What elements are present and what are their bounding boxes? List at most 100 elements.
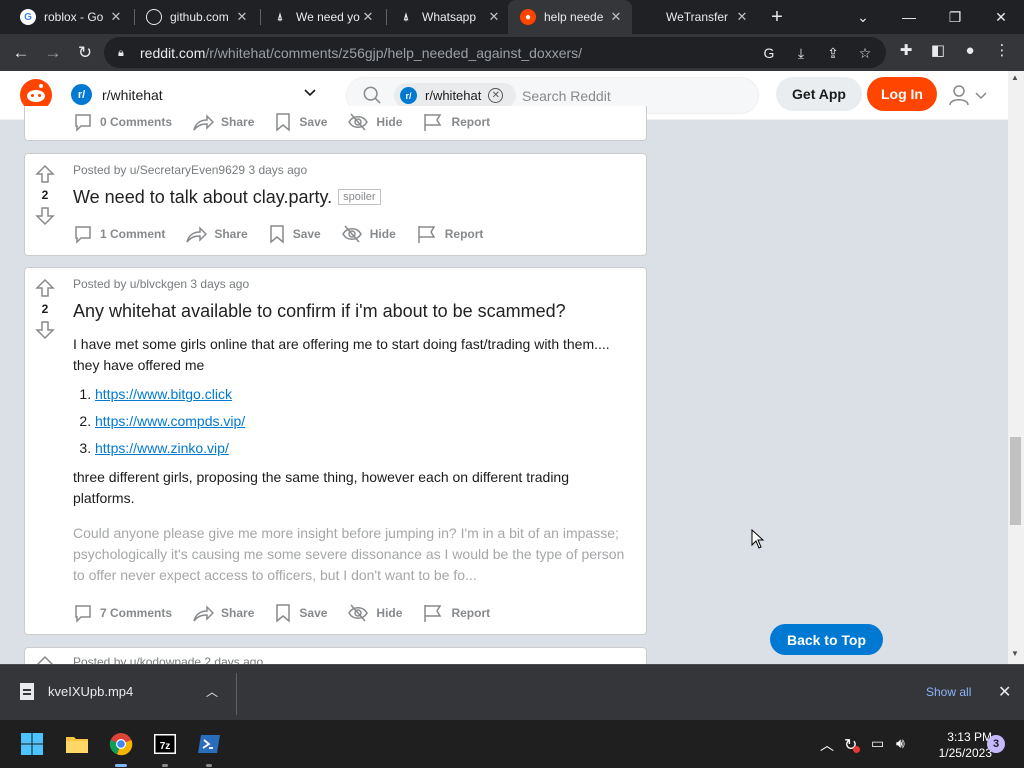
tab-title: We need yo [296, 10, 360, 24]
post-title[interactable]: Any whitehat available to confirm if i'm… [73, 301, 566, 322]
volume-icon[interactable]: 🔊︎ [896, 735, 905, 752]
windows-start-icon[interactable] [20, 732, 44, 756]
search-input[interactable] [522, 86, 722, 106]
save-button[interactable]: Save [268, 224, 321, 244]
page-scrollbar[interactable]: ▲ ▼ [1008, 71, 1024, 664]
get-app-button[interactable]: Get App [776, 77, 862, 111]
save-button[interactable]: Save [274, 112, 327, 132]
hide-button[interactable]: Hide [347, 603, 402, 623]
close-icon[interactable]: ✕ [108, 9, 124, 25]
close-icon[interactable]: ✕ [360, 9, 376, 25]
tab-search-chevron-icon[interactable]: ⌄ [840, 0, 886, 34]
scrollbar-thumb[interactable] [1010, 437, 1021, 525]
chrome-icon[interactable] [109, 732, 133, 756]
user-menu[interactable] [948, 83, 990, 107]
save-label: Save [299, 115, 328, 129]
post-title[interactable]: We need to talk about clay.party. spoiler [73, 187, 381, 208]
figure-icon: ⍋ [403, 11, 409, 23]
search-subreddit-chip[interactable]: r/ r/whitehat ✕ [394, 83, 516, 108]
share-arrow-icon [193, 114, 215, 131]
post-link[interactable]: https://www.bitgo.click [95, 386, 232, 402]
subreddit-selector[interactable]: r/ r/whitehat [71, 84, 163, 105]
close-icon[interactable]: ✕ [486, 9, 502, 25]
chevron-down-icon [975, 92, 987, 100]
post-card[interactable]: 2 Posted by u/blvckgen 3 days ago Any wh… [24, 267, 647, 635]
close-icon[interactable]: ✕ [234, 9, 250, 25]
login-button[interactable]: Log In [867, 77, 937, 111]
chevron-up-icon[interactable]: ︿ [820, 735, 834, 755]
system-clock[interactable]: 3:13 PM 1/25/2023 [922, 729, 992, 761]
comments-button[interactable]: 1 Comment [73, 224, 165, 244]
browser-tab[interactable]: ⍋ We need yo ✕ [260, 0, 384, 34]
scroll-up-arrow-icon[interactable]: ▲ [1011, 73, 1019, 82]
comments-button[interactable]: 0 Comments [73, 112, 172, 132]
browser-tab[interactable]: WeTransfer ✕ [634, 0, 758, 34]
comments-button[interactable]: 7 Comments [73, 603, 172, 623]
install-app-icon[interactable]: ⤓ [792, 44, 810, 62]
list-item: https://www.zinko.vip/ [95, 438, 633, 459]
spoiler-flair: spoiler [338, 189, 381, 205]
close-icon[interactable]: ✕ [734, 9, 750, 25]
flag-icon [424, 605, 442, 622]
7zip-icon[interactable]: 7z [153, 732, 177, 756]
post-card[interactable]: 2 Posted by u/SecretaryEven9629 3 days a… [24, 153, 647, 256]
share-arrow-icon [193, 605, 215, 622]
link-list: https://www.bitgo.click https://www.comp… [95, 384, 633, 459]
back-arrow-icon[interactable]: ← [8, 40, 34, 66]
hide-button[interactable]: Hide [341, 224, 396, 244]
upvote-arrow-icon[interactable] [35, 655, 55, 664]
save-button[interactable]: Save [274, 603, 327, 623]
bookmark-star-icon[interactable]: ☆ [856, 44, 874, 62]
scroll-down-arrow-icon[interactable]: ▼ [1011, 649, 1019, 658]
minimize-icon[interactable]: — [886, 0, 932, 34]
window-close-icon[interactable]: ✕ [978, 0, 1024, 34]
share-button[interactable]: Share [192, 603, 254, 623]
upvote-arrow-icon[interactable] [35, 164, 55, 184]
share-icon[interactable]: ⇪ [824, 44, 842, 62]
report-button[interactable]: Report [422, 603, 490, 623]
close-icon[interactable]: ✕ [608, 9, 624, 25]
report-button[interactable]: Report [416, 224, 483, 244]
powershell-icon[interactable] [197, 732, 221, 756]
chevron-down-icon[interactable] [303, 85, 317, 99]
browser-tab-active[interactable]: ● help neede ✕ [508, 0, 632, 34]
notification-count-badge[interactable]: 3 [987, 735, 1005, 753]
post-card[interactable]: 0 Comments Share Save Hide Report [24, 106, 647, 141]
post-card[interactable]: Posted by u/kodowpade 2 days ago [24, 647, 647, 664]
new-tab-plus-icon[interactable]: + [766, 6, 788, 28]
downvote-arrow-icon[interactable] [35, 320, 55, 340]
browser-tab[interactable]: G roblox - Go ✕ [8, 0, 132, 34]
address-bar[interactable]: 🔒︎ reddit.com/r/whitehat/comments/z56gjp… [104, 37, 886, 68]
display-icon[interactable]: ▭ [871, 735, 884, 752]
profile-icon[interactable]: ● [960, 41, 980, 61]
report-button[interactable]: Report [422, 112, 490, 132]
browser-tab[interactable]: ⍋ Whatsapp ✕ [386, 0, 510, 34]
file-explorer-icon[interactable] [65, 732, 89, 756]
clear-chip-icon[interactable]: ✕ [488, 88, 504, 103]
show-all-link[interactable]: Show all [926, 685, 971, 699]
downvote-arrow-icon[interactable] [35, 206, 55, 226]
back-to-top-button[interactable]: Back to Top [770, 624, 883, 655]
upvote-arrow-icon[interactable] [35, 278, 55, 298]
share-button[interactable]: Share [185, 224, 248, 244]
forward-arrow-icon[interactable]: → [40, 40, 66, 66]
chevron-up-icon[interactable]: ︿ [206, 683, 218, 700]
side-panel-icon[interactable]: ◧ [928, 41, 948, 61]
download-item[interactable]: kveIXUpb.mp4 [20, 683, 133, 700]
post-link[interactable]: https://www.compds.vip/ [95, 413, 245, 429]
clock-date: 1/25/2023 [938, 746, 992, 760]
post-link[interactable]: https://www.zinko.vip/ [95, 440, 229, 456]
browser-tab[interactable]: github.com ✕ [134, 0, 258, 34]
hide-button[interactable]: Hide [347, 112, 402, 132]
post-meta[interactable]: Posted by u/kodowpade 2 days ago [73, 655, 263, 664]
post-meta[interactable]: Posted by u/blvckgen 3 days ago [73, 277, 249, 291]
maximize-icon[interactable]: ❐ [932, 0, 978, 34]
reload-icon[interactable]: ↻ [72, 40, 98, 66]
bookmark-icon [276, 604, 291, 623]
menu-kebab-icon[interactable]: ⋮ [992, 41, 1012, 61]
extensions-puzzle-icon[interactable]: ✚ [896, 41, 916, 61]
post-meta[interactable]: Posted by u/SecretaryEven9629 3 days ago [73, 163, 307, 177]
google-lens-icon[interactable]: G [760, 44, 778, 62]
share-button[interactable]: Share [192, 112, 254, 132]
close-icon[interactable]: ✕ [998, 682, 1011, 702]
